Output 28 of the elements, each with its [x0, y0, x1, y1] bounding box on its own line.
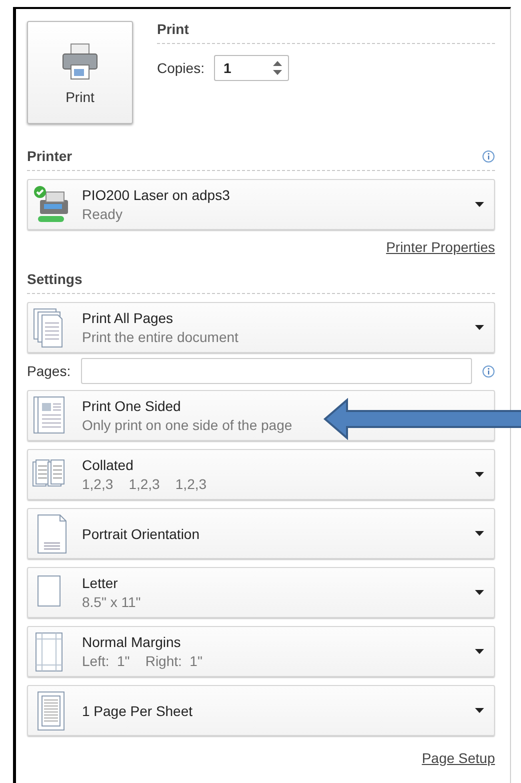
- printer-dropdown[interactable]: PIO200 Laser on adps3 Ready: [27, 179, 495, 230]
- printer-icon: [60, 40, 100, 80]
- copies-label: Copies:: [157, 60, 204, 76]
- info-icon: [482, 150, 495, 162]
- caret-icon: [475, 708, 484, 713]
- section-heading: Printer: [27, 148, 72, 164]
- print-button[interactable]: Print: [27, 21, 133, 124]
- page-setup-link[interactable]: Page Setup: [422, 750, 495, 766]
- settings-dropdown[interactable]: 1 Page Per Sheet: [27, 685, 495, 736]
- pages-field[interactable]: [80, 358, 472, 384]
- settings-dropdown[interactable]: Letter 8.5" x 11": [27, 567, 495, 618]
- spin-arrows-icon: [273, 60, 282, 76]
- settings-dropdown[interactable]: Collated 1,2,3 1,2,3 1,2,3: [27, 449, 495, 500]
- caret-icon: [475, 472, 484, 477]
- pages-label: Pages:: [27, 363, 71, 379]
- settings-dropdown[interactable]: Portrait Orientation: [27, 508, 495, 559]
- caret-icon: [475, 325, 484, 330]
- caret-icon: [475, 531, 484, 536]
- settings-dropdown[interactable]: Normal Margins Left: 1" Right: 1": [27, 626, 495, 677]
- section-heading: Settings: [27, 271, 82, 287]
- caret-icon: [475, 649, 484, 654]
- printer-properties-link[interactable]: Printer Properties: [386, 239, 495, 255]
- section-heading: Print: [157, 21, 189, 37]
- caret-icon: [475, 590, 484, 595]
- copies-spinner[interactable]: 1: [214, 55, 290, 81]
- info-icon: [482, 364, 495, 378]
- settings-dropdown[interactable]: Print All Pages Print the entire document: [27, 302, 495, 353]
- caret-icon: [475, 202, 484, 207]
